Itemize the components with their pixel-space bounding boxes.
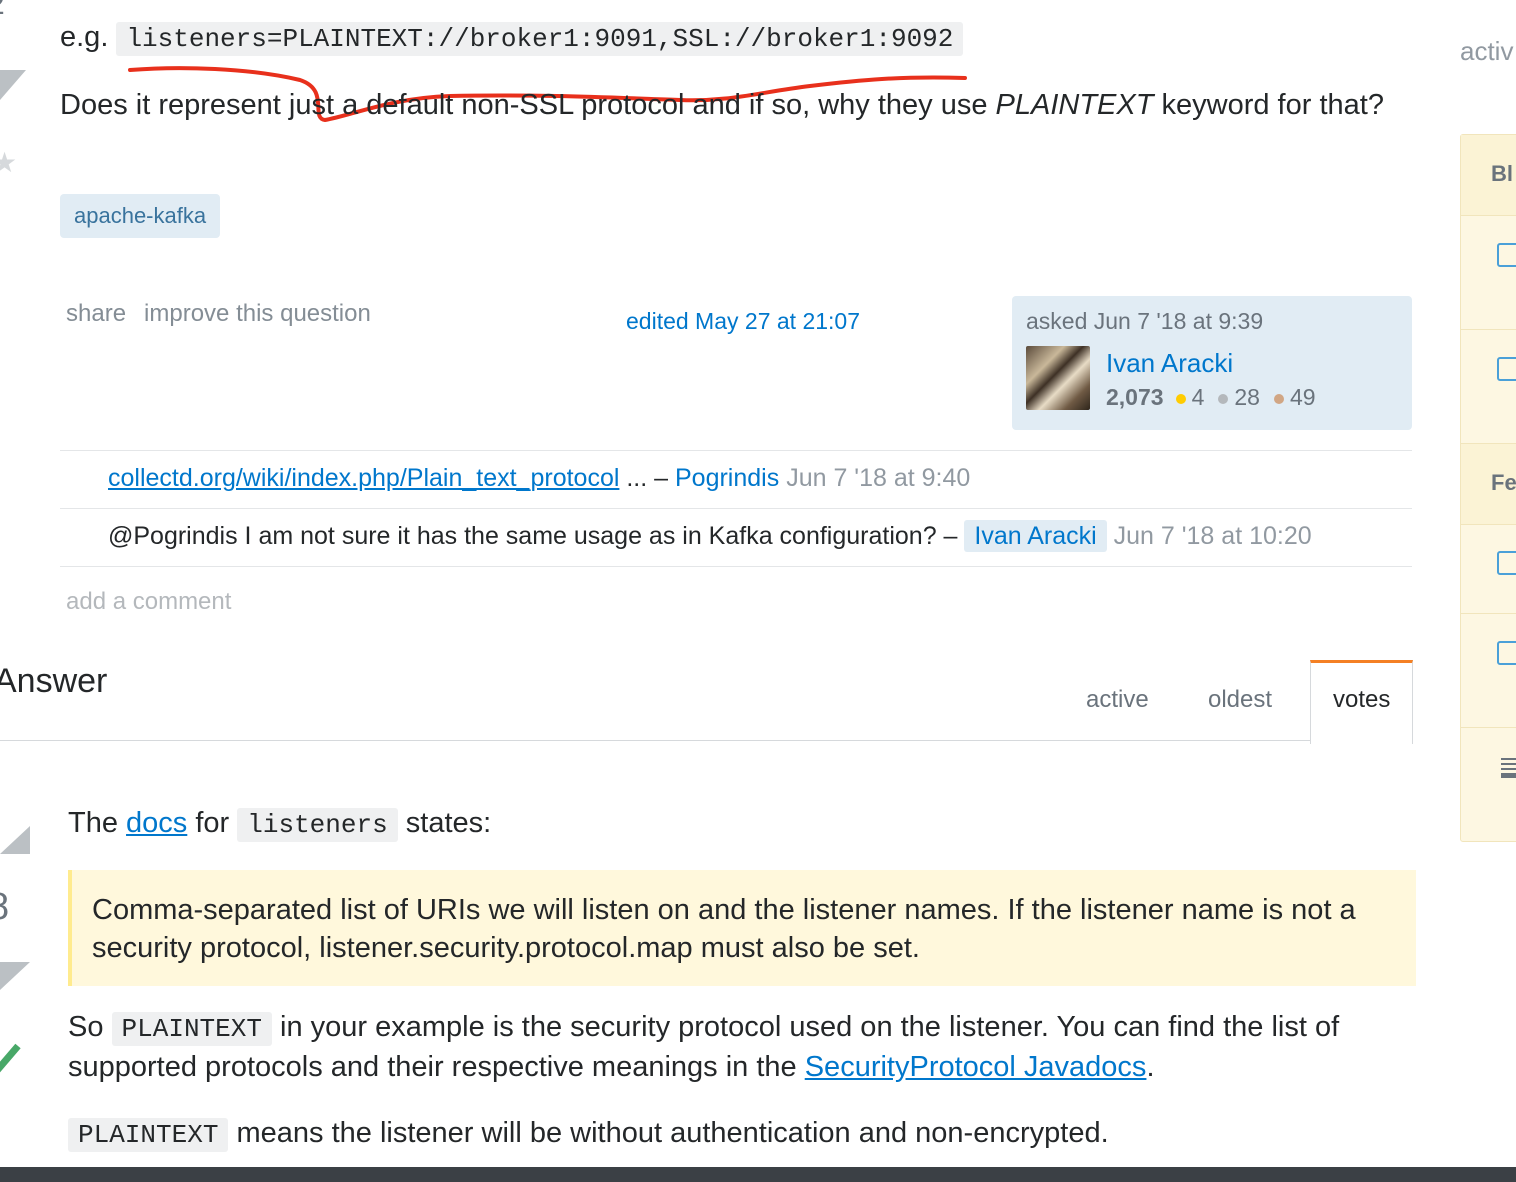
question-body: Does it represent just a default non-SSL… — [60, 89, 1384, 121]
silver-badge-count: 28 — [1234, 384, 1260, 410]
comment-bubble-icon — [1497, 551, 1516, 575]
bronze-badge-icon — [1273, 393, 1284, 404]
tag-apache-kafka[interactable]: apache-kafka — [60, 194, 221, 238]
comment-row: collectd.org/wiki/index.php/Plain_text_p… — [108, 464, 971, 492]
tab-votes[interactable]: votes — [1333, 686, 1390, 714]
add-comment-link[interactable]: add a comment — [66, 588, 231, 616]
comment-external-link[interactable]: collectd.org/wiki/index.php/Plain_text_p… — [108, 464, 619, 492]
reputation-score: 2,073 — [1106, 384, 1164, 410]
asked-timestamp: asked Jun 7 '18 at 9:39 — [1026, 308, 1264, 334]
favorite-star-icon[interactable]: ★ — [0, 146, 17, 179]
plaintext-code: PLAINTEXT — [68, 1118, 229, 1152]
gold-badge-count: 4 — [1191, 384, 1205, 410]
code-example-line: e.g. listeners=PLAINTEXT://broker1:9091,… — [60, 18, 964, 58]
avatar[interactable] — [1026, 346, 1090, 410]
docs-link[interactable]: docs — [126, 807, 187, 839]
blockquote-text: Comma-separated list of URIs we will lis… — [92, 894, 1356, 964]
upvote-arrow-icon[interactable] — [0, 70, 26, 100]
comment-author-link[interactable]: Pogrindis — [675, 464, 779, 492]
comment-bubble-icon — [1497, 641, 1516, 665]
answer-downvote-arrow-icon[interactable] — [0, 962, 30, 990]
post-menu: share improve this question — [66, 300, 389, 328]
owner-name-link[interactable]: Ivan Aracki — [1106, 348, 1233, 379]
sidebar-divider — [1461, 613, 1516, 614]
answer-upvote-arrow-icon[interactable] — [0, 826, 30, 854]
tabs-baseline — [0, 740, 1310, 741]
comment-divider — [60, 508, 1412, 509]
listeners-code-example: listeners=PLAINTEXT://broker1:9091,SSL:/… — [116, 22, 964, 56]
tab-active[interactable]: active — [1086, 686, 1149, 714]
sidebar-header-blog: Bl — [1461, 135, 1516, 216]
accepted-check-icon — [0, 1040, 24, 1080]
comment-author-link[interactable]: Ivan Aracki — [964, 520, 1107, 552]
securityprotocol-javadocs-link[interactable]: SecurityProtocol Javadocs — [805, 1051, 1147, 1083]
gold-badge-icon — [1175, 393, 1186, 404]
question-vote-count: 2 — [0, 0, 5, 22]
answer-intro: The docs for listeners states: — [68, 807, 492, 842]
silver-badge-icon — [1218, 393, 1229, 404]
answer-paragraph-2: So PLAINTEXT in your example is the secu… — [68, 1011, 1340, 1083]
stack-icon — [1501, 755, 1516, 778]
docs-blockquote: Comma-separated list of URIs we will lis… — [68, 870, 1416, 986]
answer-paragraph-3: PLAINTEXT means the listener will be wit… — [68, 1114, 1109, 1154]
comments-bottom-divider — [60, 566, 1412, 567]
sidebar-activity-label: activ — [1460, 36, 1514, 66]
answer-vote-count: 8 — [0, 886, 9, 929]
comment-bubble-icon — [1497, 243, 1516, 267]
comment-row: @Pogrindis I am not sure it has the same… — [108, 520, 1312, 552]
comment-bubble-icon — [1497, 357, 1516, 381]
comment-date: Jun 7 '18 at 10:20 — [1113, 522, 1312, 550]
bottom-bar — [0, 1167, 1516, 1182]
edited-link[interactable]: edited May 27 at 21:07 — [626, 308, 860, 335]
tab-oldest[interactable]: oldest — [1208, 686, 1272, 714]
eg-prefix: e.g. — [60, 21, 109, 53]
sidebar-divider — [1461, 727, 1516, 728]
plaintext-code: PLAINTEXT — [111, 1012, 272, 1046]
sidebar-divider — [1461, 329, 1516, 330]
answers-header: Answer — [0, 662, 108, 700]
comments-top-divider — [60, 450, 1412, 451]
comment-date: Jun 7 '18 at 9:40 — [786, 464, 971, 492]
plaintext-italic: PLAINTEXT — [995, 89, 1154, 121]
improve-question-link[interactable]: improve this question — [144, 300, 371, 327]
listeners-code: listeners — [237, 808, 398, 842]
owner-reputation-row: 2,073 4 28 49 — [1106, 384, 1316, 411]
owner-card: asked Jun 7 '18 at 9:39 Ivan Aracki 2,07… — [1012, 296, 1412, 430]
share-link[interactable]: share — [66, 300, 126, 327]
sidebar-header-featured: Fe — [1461, 443, 1516, 525]
bronze-badge-count: 49 — [1289, 384, 1316, 410]
sidebar-widget: Bl Fe — [1460, 134, 1516, 842]
